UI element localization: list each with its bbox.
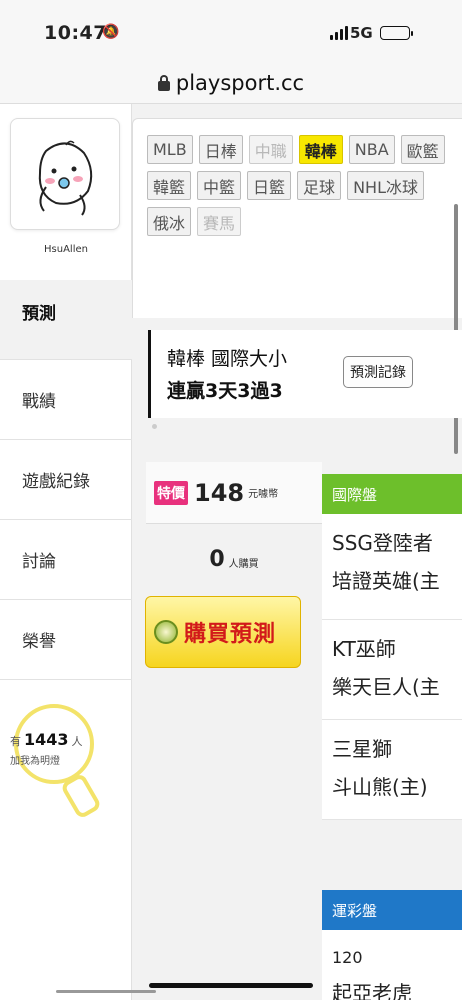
nav-item-game-history[interactable]: 遊戲紀錄 bbox=[0, 440, 132, 520]
avatar-illustration bbox=[38, 140, 93, 216]
league-tag: 中職 bbox=[248, 135, 293, 164]
url-text[interactable]: playsport.cc bbox=[176, 71, 304, 95]
main-content: MLB 日棒 中職 韓棒 NBA 歐籃韓籃 中籃 日籃 足球 NHL冰球俄冰 賽馬 韓棒 國際大小 … bbox=[132, 104, 462, 1000]
status-bar: 10:47 🔕 5G bbox=[0, 0, 462, 62]
profile-nav: 預測 戰績 遊戲紀錄 討論 榮譽 bbox=[0, 280, 132, 680]
league-tag[interactable]: 日棒 bbox=[198, 135, 243, 164]
follow-caption: 加我為明燈 bbox=[10, 756, 60, 767]
match-team-home: 培證英雄(主 bbox=[332, 569, 440, 593]
lock-icon bbox=[157, 74, 170, 91]
match-team-away: KT巫師 bbox=[332, 637, 396, 661]
league-tag: 賽馬 bbox=[197, 207, 242, 236]
fan-count: 有 1443 人 bbox=[10, 730, 83, 749]
league-tag[interactable]: NHL冰球 bbox=[347, 171, 424, 200]
nav-label: 榮譽 bbox=[22, 632, 56, 652]
lottery-team: 起亞老虎 bbox=[332, 981, 412, 1000]
purchase-panel: 特價 148 元噱幣 0 人購買 購買預測 bbox=[145, 462, 322, 668]
divider-dot bbox=[152, 424, 157, 429]
home-indicator[interactable] bbox=[149, 983, 313, 988]
nav-item-discussion[interactable]: 討論 bbox=[0, 520, 132, 600]
match-team-away: 三星獅 bbox=[332, 737, 392, 761]
browser-scroll-indicator bbox=[56, 990, 156, 993]
silent-bell-icon: 🔕 bbox=[102, 24, 120, 40]
league-tag[interactable]: 日籃 bbox=[247, 171, 292, 200]
league-tag[interactable]: 韓棒 bbox=[298, 135, 343, 164]
match-team-away: SSG登陸者 bbox=[332, 531, 433, 555]
username: HsuAllen bbox=[44, 244, 88, 255]
signal-icon bbox=[330, 26, 348, 40]
price-value: 148 bbox=[194, 478, 245, 507]
price-row: 特價 148 元噱幣 bbox=[146, 462, 322, 524]
league-tag[interactable]: MLB bbox=[147, 135, 193, 164]
nav-label: 遊戲紀錄 bbox=[22, 472, 90, 492]
clock: 10:47 bbox=[44, 22, 107, 44]
special-price-badge: 特價 bbox=[154, 480, 188, 505]
nav-label: 戰績 bbox=[22, 392, 56, 412]
nav-label: 討論 bbox=[22, 552, 56, 572]
nav-label: 預測 bbox=[22, 304, 56, 324]
match-row: 三星獅 斗山熊(主) bbox=[322, 720, 462, 820]
nav-item-record[interactable]: 戰績 bbox=[0, 360, 132, 440]
sidebar: HsuAllen 預測 戰績 遊戲紀錄 討論 榮譽 有 1443 人 加我為明燈 bbox=[0, 104, 132, 1000]
coin-icon bbox=[154, 620, 178, 644]
nav-item-honors[interactable]: 榮譽 bbox=[0, 600, 132, 680]
buyers-label: 人購買 bbox=[228, 558, 259, 570]
sports-lottery-board-header: 運彩盤 bbox=[322, 890, 462, 930]
match-row: KT巫師 樂天巨人(主 bbox=[322, 620, 462, 720]
prediction-title: 韓棒 國際大小 bbox=[167, 348, 288, 370]
follow-lightbulb[interactable]: 有 1443 人 加我為明燈 bbox=[4, 704, 104, 824]
price-currency: 元噱幣 bbox=[248, 489, 279, 500]
buy-prediction-button[interactable]: 購買預測 bbox=[145, 596, 301, 668]
prediction-header: 韓棒 國際大小 連贏3天3過3 預測記錄 bbox=[148, 330, 462, 418]
international-board-header: 國際盤 bbox=[322, 474, 462, 514]
avatar[interactable] bbox=[10, 118, 120, 230]
buy-prediction-label: 購買預測 bbox=[184, 622, 277, 647]
fan-count-value: 1443 bbox=[24, 730, 69, 749]
lottery-game-number: 120 bbox=[332, 948, 363, 967]
league-tag[interactable]: 中籃 bbox=[197, 171, 242, 200]
match-row: SSG登陸者 培證英雄(主 bbox=[322, 514, 462, 620]
league-tag[interactable]: 俄冰 bbox=[147, 207, 192, 236]
league-tags: MLB 日棒 中職 韓棒 NBA 歐籃韓籃 中籃 日籃 足球 NHL冰球俄冰 賽馬 bbox=[147, 135, 457, 236]
address-bar[interactable]: playsport.cc bbox=[0, 62, 462, 104]
match-team-home: 樂天巨人(主 bbox=[332, 675, 440, 699]
buyers-row: 0 人購買 bbox=[146, 524, 322, 594]
league-tag[interactable]: 歐籃 bbox=[400, 135, 445, 164]
prediction-record-button[interactable]: 預測記錄 bbox=[343, 356, 413, 388]
buyers-count: 0 bbox=[209, 546, 225, 572]
win-streak: 連贏3天3過3 bbox=[167, 380, 283, 402]
league-tag[interactable]: 韓籃 bbox=[147, 171, 192, 200]
network-type: 5G bbox=[350, 24, 373, 42]
league-tag[interactable]: 足球 bbox=[297, 171, 342, 200]
fan-count-suffix: 人 bbox=[71, 735, 83, 748]
match-team-home: 斗山熊(主) bbox=[332, 775, 428, 799]
league-tag[interactable]: NBA bbox=[348, 135, 395, 164]
league-tags-panel: MLB 日棒 中職 韓棒 NBA 歐籃韓籃 中籃 日籃 足球 NHL冰球俄冰 賽馬 bbox=[132, 118, 462, 318]
fan-count-prefix: 有 bbox=[10, 735, 21, 748]
international-board: 國際盤 SSG登陸者 培證英雄(主 KT巫師 樂天巨人(主 三星獅 斗山熊(主) bbox=[322, 474, 462, 820]
nav-item-predictions[interactable]: 預測 bbox=[0, 280, 132, 360]
sports-lottery-board: 120 起亞老虎 bbox=[322, 930, 462, 1000]
battery-icon bbox=[380, 26, 413, 40]
